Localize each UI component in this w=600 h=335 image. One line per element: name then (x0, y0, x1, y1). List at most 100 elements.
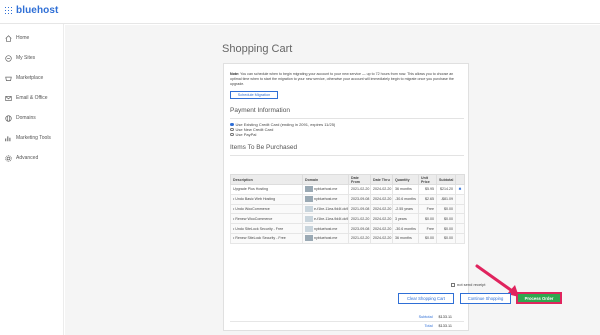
item-unit-price: Free (418, 203, 437, 215)
globe-icon (5, 114, 12, 122)
column-header: Unit Price (418, 174, 437, 185)
logo-text: bluehost (16, 5, 59, 16)
item-unit-price: $5.95 (418, 184, 437, 195)
item-description: • Renew WooCommerce (230, 213, 303, 225)
remove-cell (455, 223, 465, 234)
item-subtotal: $214.20 (436, 184, 456, 195)
payment-option-paypal[interactable]: Use PayPal (230, 132, 335, 137)
remove-cell (455, 193, 465, 205)
no-receipt-label: not send receipt (457, 282, 486, 287)
item-description: • Undo WooCommerce (230, 203, 303, 215)
continue-shopping-button[interactable]: Continue Shopping (460, 293, 511, 304)
item-domain: nybluehost.me (302, 223, 349, 234)
migration-note: Note: You can schedule when to begin mig… (230, 72, 464, 87)
item-date-thru: 2024-02-20 (370, 184, 393, 195)
sidebar-item-label: Email & Office (16, 95, 48, 101)
subtotal-label: Subtotal (418, 314, 433, 319)
redacted-block (305, 225, 313, 232)
item-unit-price: $2.65 (418, 193, 437, 205)
column-header: Description (230, 174, 303, 185)
chart-icon (5, 135, 12, 142)
item-date-from: 2021-02-20 (348, 184, 371, 195)
logo-grid-icon (4, 6, 13, 15)
item-domain: e-f1be-11ea-9d4f-dc98d4dd5ea (302, 203, 349, 215)
table-row: • Undo Basic Web Hosting nybluehost.me 2… (230, 193, 465, 205)
column-header: Domain (302, 174, 349, 185)
payment-heading: Payment Information (230, 107, 290, 114)
sidebar-item-label: Marketing Tools (16, 135, 51, 141)
sidebar-item-marketing-tools[interactable]: Marketing Tools (0, 128, 63, 148)
item-quantity: -30.6 months (392, 223, 419, 234)
sidebar-item-marketplace[interactable]: Marketplace (0, 68, 63, 88)
item-description: Upgrade Plus Hosting (230, 184, 303, 195)
redacted-block (305, 235, 313, 242)
redacted-block (305, 205, 313, 212)
item-subtotal: -$81.09 (436, 193, 456, 205)
sidebar-item-label: My Sites (16, 55, 36, 61)
item-domain: nybluehost.me (302, 193, 349, 205)
radio-button[interactable] (230, 127, 234, 132)
radio-button[interactable] (230, 122, 234, 127)
column-header: Quantity (392, 174, 419, 185)
sidebar-item-label: Domains (16, 115, 36, 121)
top-bar: bluehost (0, 0, 600, 24)
item-date-from: 2021-09-08 (348, 203, 371, 215)
sidebar-item-home[interactable]: Home (0, 28, 63, 48)
sidebar-item-email-office[interactable]: Email & Office (0, 88, 63, 108)
cart-totals: Subtotal $133.11 Total $133.11 (230, 312, 464, 330)
column-header (455, 174, 465, 185)
sidebar-item-advanced[interactable]: Advanced (0, 148, 63, 168)
total-value: $133.11 (438, 324, 452, 328)
item-subtotal: $0.00 (436, 203, 456, 215)
item-domain: nybluehost.me (302, 232, 349, 244)
item-domain: e-f1be-11ea-9d4f-dc98d4dd5ea (302, 213, 349, 225)
bluehost-logo[interactable]: bluehost (4, 5, 58, 16)
table-row: Upgrade Plus Hosting nybluehost.me 2021-… (230, 184, 465, 195)
home-icon (5, 34, 12, 42)
radio-button[interactable] (230, 132, 234, 137)
column-header: Subtotal (436, 174, 456, 185)
item-date-from: 2021-02-20 (348, 213, 371, 225)
sidebar-item-domains[interactable]: Domains (0, 108, 63, 128)
schedule-migration-button[interactable]: Schedule Migration (230, 91, 278, 99)
cart-panel: Note: You can schedule when to begin mig… (223, 63, 469, 331)
item-subtotal: $0.00 (436, 213, 456, 225)
payment-options: Use Existing Credit Card (ending in 2091… (230, 122, 335, 137)
sidebar-item-label: Home (16, 35, 30, 41)
note-label: Note: (230, 72, 240, 76)
item-date-from: 2021-02-20 (348, 232, 371, 244)
item-domain: nybluehost.me (302, 184, 349, 195)
sidebar-item-label: Marketplace (16, 75, 44, 81)
process-order-button[interactable]: Process Order (516, 292, 562, 304)
table-row: • Undo SiteLock Security - Free nyblueho… (230, 223, 465, 234)
item-description: • Undo SiteLock Security - Free (230, 223, 303, 234)
item-quantity: -2.55 years (392, 203, 419, 215)
item-quantity: 36 months (392, 184, 419, 195)
sidebar-item-my-sites[interactable]: My Sites (0, 48, 63, 68)
divider (230, 155, 464, 156)
redacted-block (305, 196, 313, 203)
note-text: You can schedule when to begin migrating… (230, 72, 454, 86)
sites-icon (5, 54, 12, 62)
no-receipt-option[interactable]: not send receipt (451, 282, 485, 287)
item-date-from: 2023-09-08 (348, 193, 371, 205)
item-date-thru: 2024-02-20 (370, 232, 393, 244)
column-header: Date Thru (370, 174, 393, 185)
marketplace-icon (5, 75, 12, 82)
item-date-thru: 2024-02-20 (370, 213, 393, 225)
item-date-thru: 2024-02-20 (370, 203, 393, 215)
sidebar-item-label: Advanced (16, 155, 39, 161)
table-header-row: Description Domain Date From Date Thru Q… (230, 174, 465, 185)
item-unit-price: $0.00 (418, 232, 437, 244)
sidebar: Home My Sites Marketplace Email & Office… (0, 24, 64, 335)
clear-cart-button[interactable]: Clear Shopping Cart (398, 293, 454, 304)
item-description: • Undo Basic Web Hosting (230, 193, 303, 205)
email-icon (5, 95, 12, 102)
subtotal-value: $133.11 (438, 314, 452, 319)
table-row: • Renew WooCommerce e-f1be-11ea-9d4f-dc9… (230, 213, 465, 225)
gear-icon (5, 154, 12, 162)
divider (230, 118, 464, 119)
remove-item-icon[interactable]: ✖ (455, 184, 465, 195)
no-receipt-checkbox[interactable] (451, 282, 455, 287)
item-quantity: -30.6 months (392, 193, 419, 205)
